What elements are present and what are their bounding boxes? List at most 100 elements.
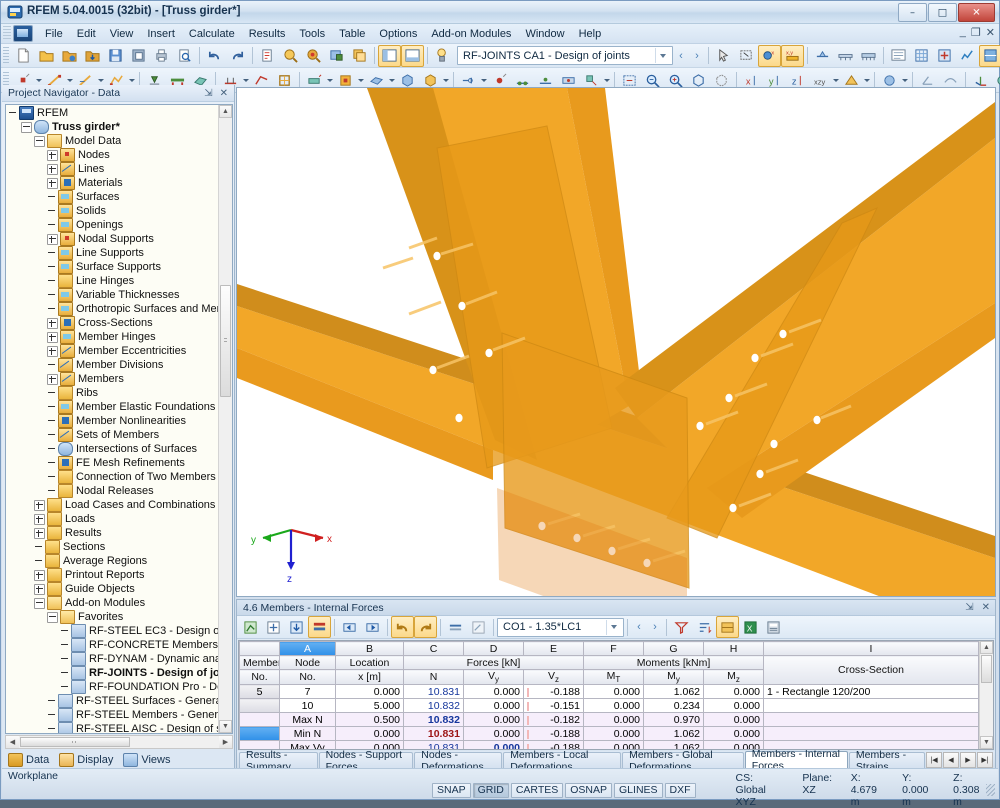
mdi-minimize-icon[interactable]: _ — [960, 26, 966, 39]
scroll-down-icon[interactable]: ▼ — [219, 720, 232, 733]
cell-node-no[interactable]: Min N — [280, 727, 336, 741]
column-letter-H[interactable]: H — [704, 642, 764, 656]
row-member-no[interactable] — [240, 713, 280, 727]
column-letter-blank[interactable] — [240, 642, 280, 656]
expand-plus-icon[interactable] — [34, 528, 45, 539]
render-mode-icon[interactable] — [325, 45, 348, 67]
table-row[interactable]: Max N0.50010.8320.000-0.1820.0000.9700.0… — [240, 713, 979, 727]
table-row[interactable]: Min N0.00010.8310.000-0.1880.0001.0620.0… — [240, 727, 979, 741]
menu-item-tools[interactable]: Tools — [292, 26, 332, 42]
render-result-icon[interactable] — [979, 45, 1000, 67]
nodal-support-icon[interactable] — [811, 45, 834, 67]
cell-torsion-mt[interactable]: 0.000 — [584, 727, 644, 741]
show-navigator-icon[interactable] — [378, 45, 401, 67]
menu-grip[interactable] — [3, 26, 11, 41]
mesh-settings-icon[interactable] — [910, 45, 933, 67]
hscroll-left-icon[interactable]: ◀ — [6, 736, 19, 748]
cell-shear-vz[interactable]: -0.182 — [524, 713, 584, 727]
menu-item-calculate[interactable]: Calculate — [182, 26, 242, 42]
table-undo-icon[interactable] — [391, 616, 414, 638]
module-selector-combo[interactable]: RF-JOINTS CA1 - Design of joints — [457, 46, 673, 65]
tree-item[interactable]: RF-JOINTS - Design of joints — [6, 666, 219, 680]
print-icon[interactable] — [150, 45, 173, 67]
menu-item-addon-modules[interactable]: Add-on Modules — [424, 26, 518, 42]
cell-location-x[interactable]: 0.500 — [336, 713, 404, 727]
results-tab-6[interactable]: Members - Strains — [849, 752, 925, 768]
navigator-pin-icon[interactable]: ⇲ — [204, 88, 212, 99]
tree-item[interactable]: Average Regions — [6, 554, 219, 568]
grid-scroll-down-icon[interactable]: ▼ — [980, 736, 993, 749]
addon-module-icon[interactable] — [431, 45, 454, 67]
results-grid[interactable]: ABCDEFGHIMemberNodeLocationForces [kN]Mo… — [238, 640, 994, 750]
cell-moment-my[interactable]: 1.062 — [644, 741, 704, 750]
resize-grip[interactable] — [986, 784, 995, 796]
tree-item[interactable]: Load Cases and Combinations — [6, 498, 219, 512]
tab-nav-button-1[interactable]: ◀ — [943, 752, 959, 768]
cell-shear-vy[interactable]: 0.000 — [464, 699, 524, 713]
cell-shear-vy[interactable]: 0.000 — [464, 685, 524, 699]
cell-torsion-mt[interactable]: 0.000 — [584, 713, 644, 727]
save-all-icon[interactable] — [127, 45, 150, 67]
expand-plus-icon[interactable] — [47, 374, 58, 385]
toolbar-grip[interactable] — [3, 47, 9, 64]
cell-shear-vy[interactable]: 0.000 — [464, 741, 524, 750]
internal-forces-table[interactable]: ABCDEFGHIMemberNodeLocationForces [kN]Mo… — [239, 641, 979, 750]
table-filter-settings-icon[interactable] — [670, 616, 693, 638]
tree-item[interactable]: Sections — [6, 540, 219, 554]
table-pin-icon[interactable]: ⇲ — [965, 602, 973, 613]
table-calculator-icon[interactable] — [762, 616, 785, 638]
results-tab-3[interactable]: Members - Local Deformations — [503, 752, 621, 768]
expand-plus-icon[interactable] — [34, 584, 45, 595]
table-edit-icon[interactable] — [467, 616, 490, 638]
menu-item-view[interactable]: View — [103, 26, 141, 42]
cell-moment-mz[interactable]: 0.000 — [704, 685, 764, 699]
3d-viewport[interactable]: x y z — [236, 87, 996, 597]
expand-plus-icon[interactable] — [34, 500, 45, 511]
tree-item[interactable]: Nodes — [6, 148, 219, 162]
tree-item[interactable]: RFEM — [6, 106, 219, 120]
cell-axial-force-n[interactable]: 10.831 — [404, 741, 464, 750]
new-file-icon[interactable] — [12, 45, 35, 67]
navigator-close-icon[interactable]: ✕ — [220, 88, 228, 99]
cell-cross-section[interactable]: 1 - Rectangle 120/200 — [764, 685, 979, 699]
tree-item[interactable]: Nodal Supports — [6, 232, 219, 246]
table-settings-icon[interactable] — [239, 616, 262, 638]
hscroll-thumb[interactable] — [20, 737, 130, 747]
row-select-icon[interactable] — [444, 616, 467, 638]
cell-shear-vy[interactable]: 0.000 — [464, 727, 524, 741]
next-load-case-button[interactable]: › — [647, 617, 663, 637]
tree-horizontal-scrollbar[interactable]: ◀ ▶ — [5, 735, 233, 749]
grid-scroll-thumb[interactable] — [981, 655, 992, 683]
table-row[interactable]: 570.00010.8310.000-0.1880.0001.0620.0001… — [240, 685, 979, 699]
cell-moment-mz[interactable]: 0.000 — [704, 713, 764, 727]
tree-item[interactable]: Member Eccentricities — [6, 344, 219, 358]
column-letter-E[interactable]: E — [524, 642, 584, 656]
scroll-thumb[interactable] — [220, 285, 231, 397]
truss-joint-model[interactable] — [237, 88, 995, 596]
tree-vertical-scrollbar[interactable]: ▲ ▼ — [218, 105, 232, 733]
expand-plus-icon[interactable] — [47, 178, 58, 189]
snap-mode-dxf[interactable]: DXF — [665, 783, 696, 798]
minimize-button[interactable]: – — [898, 3, 927, 22]
tab-nav-button-3[interactable]: ▶| — [977, 752, 993, 768]
tree-item[interactable]: Orthotropic Surfaces and Membranes — [6, 302, 219, 316]
expand-plus-icon[interactable] — [47, 234, 58, 245]
tree-item[interactable]: Member Divisions — [6, 358, 219, 372]
cell-shear-vz[interactable]: -0.188 — [524, 741, 584, 750]
cell-moment-mz[interactable]: 0.000 — [704, 741, 764, 750]
results-icon[interactable] — [956, 45, 979, 67]
menu-item-help[interactable]: Help — [572, 26, 609, 42]
cell-cross-section[interactable] — [764, 741, 979, 750]
column-letter-G[interactable]: G — [644, 642, 704, 656]
cell-location-x[interactable]: 0.000 — [336, 727, 404, 741]
expand-plus-icon[interactable] — [34, 514, 45, 525]
maximize-button[interactable]: □ — [928, 3, 957, 22]
snap-mode-grid[interactable]: GRID — [473, 783, 509, 798]
navigator-tab-views[interactable]: Views — [123, 753, 170, 767]
select-by-window-icon[interactable] — [735, 45, 758, 67]
scroll-up-icon[interactable]: ▲ — [219, 105, 232, 118]
table-row[interactable]: Max Vy0.00010.8310.000-0.1880.0001.0620.… — [240, 741, 979, 750]
open-file-icon[interactable] — [35, 45, 58, 67]
prev-module-button[interactable]: ‹ — [673, 46, 689, 66]
tree-item[interactable]: RF-STEEL EC3 - Design of steel me — [6, 624, 219, 638]
